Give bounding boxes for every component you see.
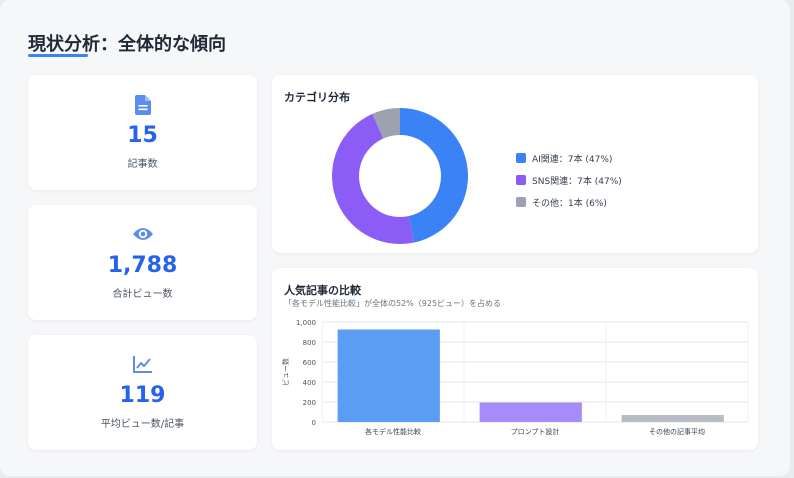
stat-value: 119 (119, 383, 166, 408)
x-tick-label: 各モデル性能比較 (365, 427, 421, 436)
stat-value: 1,788 (107, 253, 178, 278)
y-tick-label: 400 (303, 379, 316, 387)
bar (337, 329, 440, 422)
bar (621, 415, 724, 422)
y-tick-label: 600 (303, 359, 316, 367)
page: 現状分析：全体的な傾向 15 記事数 1,788 合計ビュー数 119 平均ビュ… (0, 0, 790, 476)
card-subtitle: 「各モデル性能比較」が全体の52%（925ビュー）を占める (284, 299, 502, 308)
x-tick-label: プロンプト設計 (511, 427, 560, 436)
legend-item: その他：1本 (6%) (516, 191, 622, 213)
stat-card-views: 1,788 合計ビュー数 (28, 205, 257, 320)
bar-chart: 1,000 800 600 400 200 0 ビュー数各モデル性能比較 プロンプト設計 その他… (281, 319, 749, 436)
y-tick-label: 800 (303, 339, 316, 347)
stat-card-articles: 15 記事数 (28, 75, 257, 190)
category-card: カテゴリ分布 AI関連：7本 (47%) SNS関連：7本 (47%) その他：… (272, 75, 758, 253)
stat-card-average: 119 平均ビュー数/記事 (28, 335, 257, 450)
page-title: 現状分析：全体的な傾向 (28, 34, 226, 55)
y-tick-label: 1,000 (296, 319, 316, 327)
popular-card: 人気記事の比較 「各モデル性能比較」が全体の52%（925ビュー）を占める 1,… (272, 268, 758, 450)
x-tick-label: その他の記事平均 (649, 427, 705, 436)
legend-item: AI関連：7本 (47%) (516, 147, 622, 169)
legend-label: SNS関連：7本 (47%) (532, 176, 622, 187)
stat-value: 15 (127, 123, 158, 148)
eye-icon (28, 225, 257, 247)
card-title: 人気記事の比較 (284, 284, 361, 297)
legend-label: その他：1本 (6%) (532, 198, 607, 209)
title-underline (28, 54, 88, 57)
legend-swatch (516, 197, 526, 207)
stat-label: 合計ビュー数 (112, 289, 173, 300)
line-chart-icon (28, 355, 257, 377)
bar (479, 402, 582, 422)
donut-slice (400, 108, 468, 243)
document-icon (28, 95, 257, 117)
y-tick-label: 200 (303, 399, 316, 407)
donut-chart (331, 108, 468, 245)
legend-swatch (516, 175, 526, 185)
y-tick-label: 0 (312, 419, 316, 427)
chart-legend: AI関連：7本 (47%) SNS関連：7本 (47%) その他：1本 (6%) (516, 147, 622, 213)
legend-label: AI関連：7本 (47%) (532, 154, 613, 165)
y-axis-label: ビュー数 (281, 358, 290, 386)
stat-label: 平均ビュー数/記事 (100, 419, 185, 430)
stat-label: 記事数 (127, 159, 158, 170)
legend-item: SNS関連：7本 (47%) (516, 169, 622, 191)
legend-swatch (516, 153, 526, 163)
